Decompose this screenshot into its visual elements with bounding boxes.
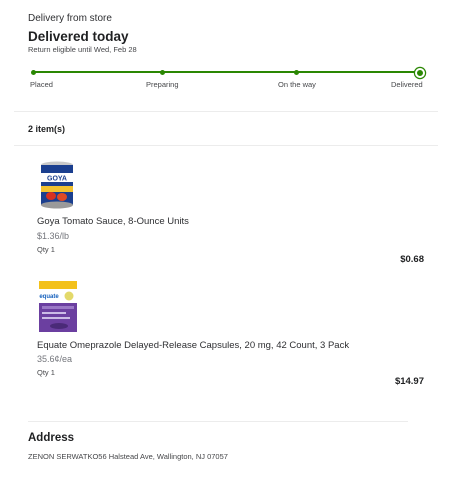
return-eligibility-note: Return eligible until Wed, Feb 28 [28,45,137,54]
step-label-on-the-way: On the way [278,80,316,89]
step-dot-on-the-way [293,69,299,75]
item-unit-price: 35.6¢/ea [37,354,73,364]
equate-brand-text: equate [39,294,59,300]
step-label-placed: Placed [30,80,53,89]
step-dot-placed [30,69,36,75]
step-label-delivered: Delivered [391,80,423,89]
progress-track [32,71,420,73]
divider [14,111,438,112]
item-price: $0.68 [400,254,424,265]
delivery-status-title: Delivered today [28,29,129,44]
item-name[interactable]: Goya Tomato Sauce, 8-Ounce Units [37,216,189,227]
address-title: Address [28,432,75,444]
divider [14,145,438,146]
step-label-preparing: Preparing [146,80,179,89]
item-price: $14.97 [394,376,424,387]
item-quantity: Qty 1 [37,245,55,254]
goya-can-image[interactable]: GOYA [37,160,77,210]
delivery-source-label: Delivery from store [28,13,112,24]
step-dot-delivered [414,67,425,78]
item-quantity: Qty 1 [37,368,55,377]
step-dot-preparing [159,69,165,75]
item-unit-price: $1.36/lb [37,231,70,241]
divider [28,421,408,422]
omeprazole-box-image[interactable]: equate [37,279,79,334]
items-count: 2 item(s) [28,124,66,134]
address-line: ZENON SERWATKO56 Halstead Ave, Wallingto… [28,452,228,461]
item-name[interactable]: Equate Omeprazole Delayed-Release Capsul… [37,340,349,351]
goya-brand-text: GOYA [47,176,67,183]
